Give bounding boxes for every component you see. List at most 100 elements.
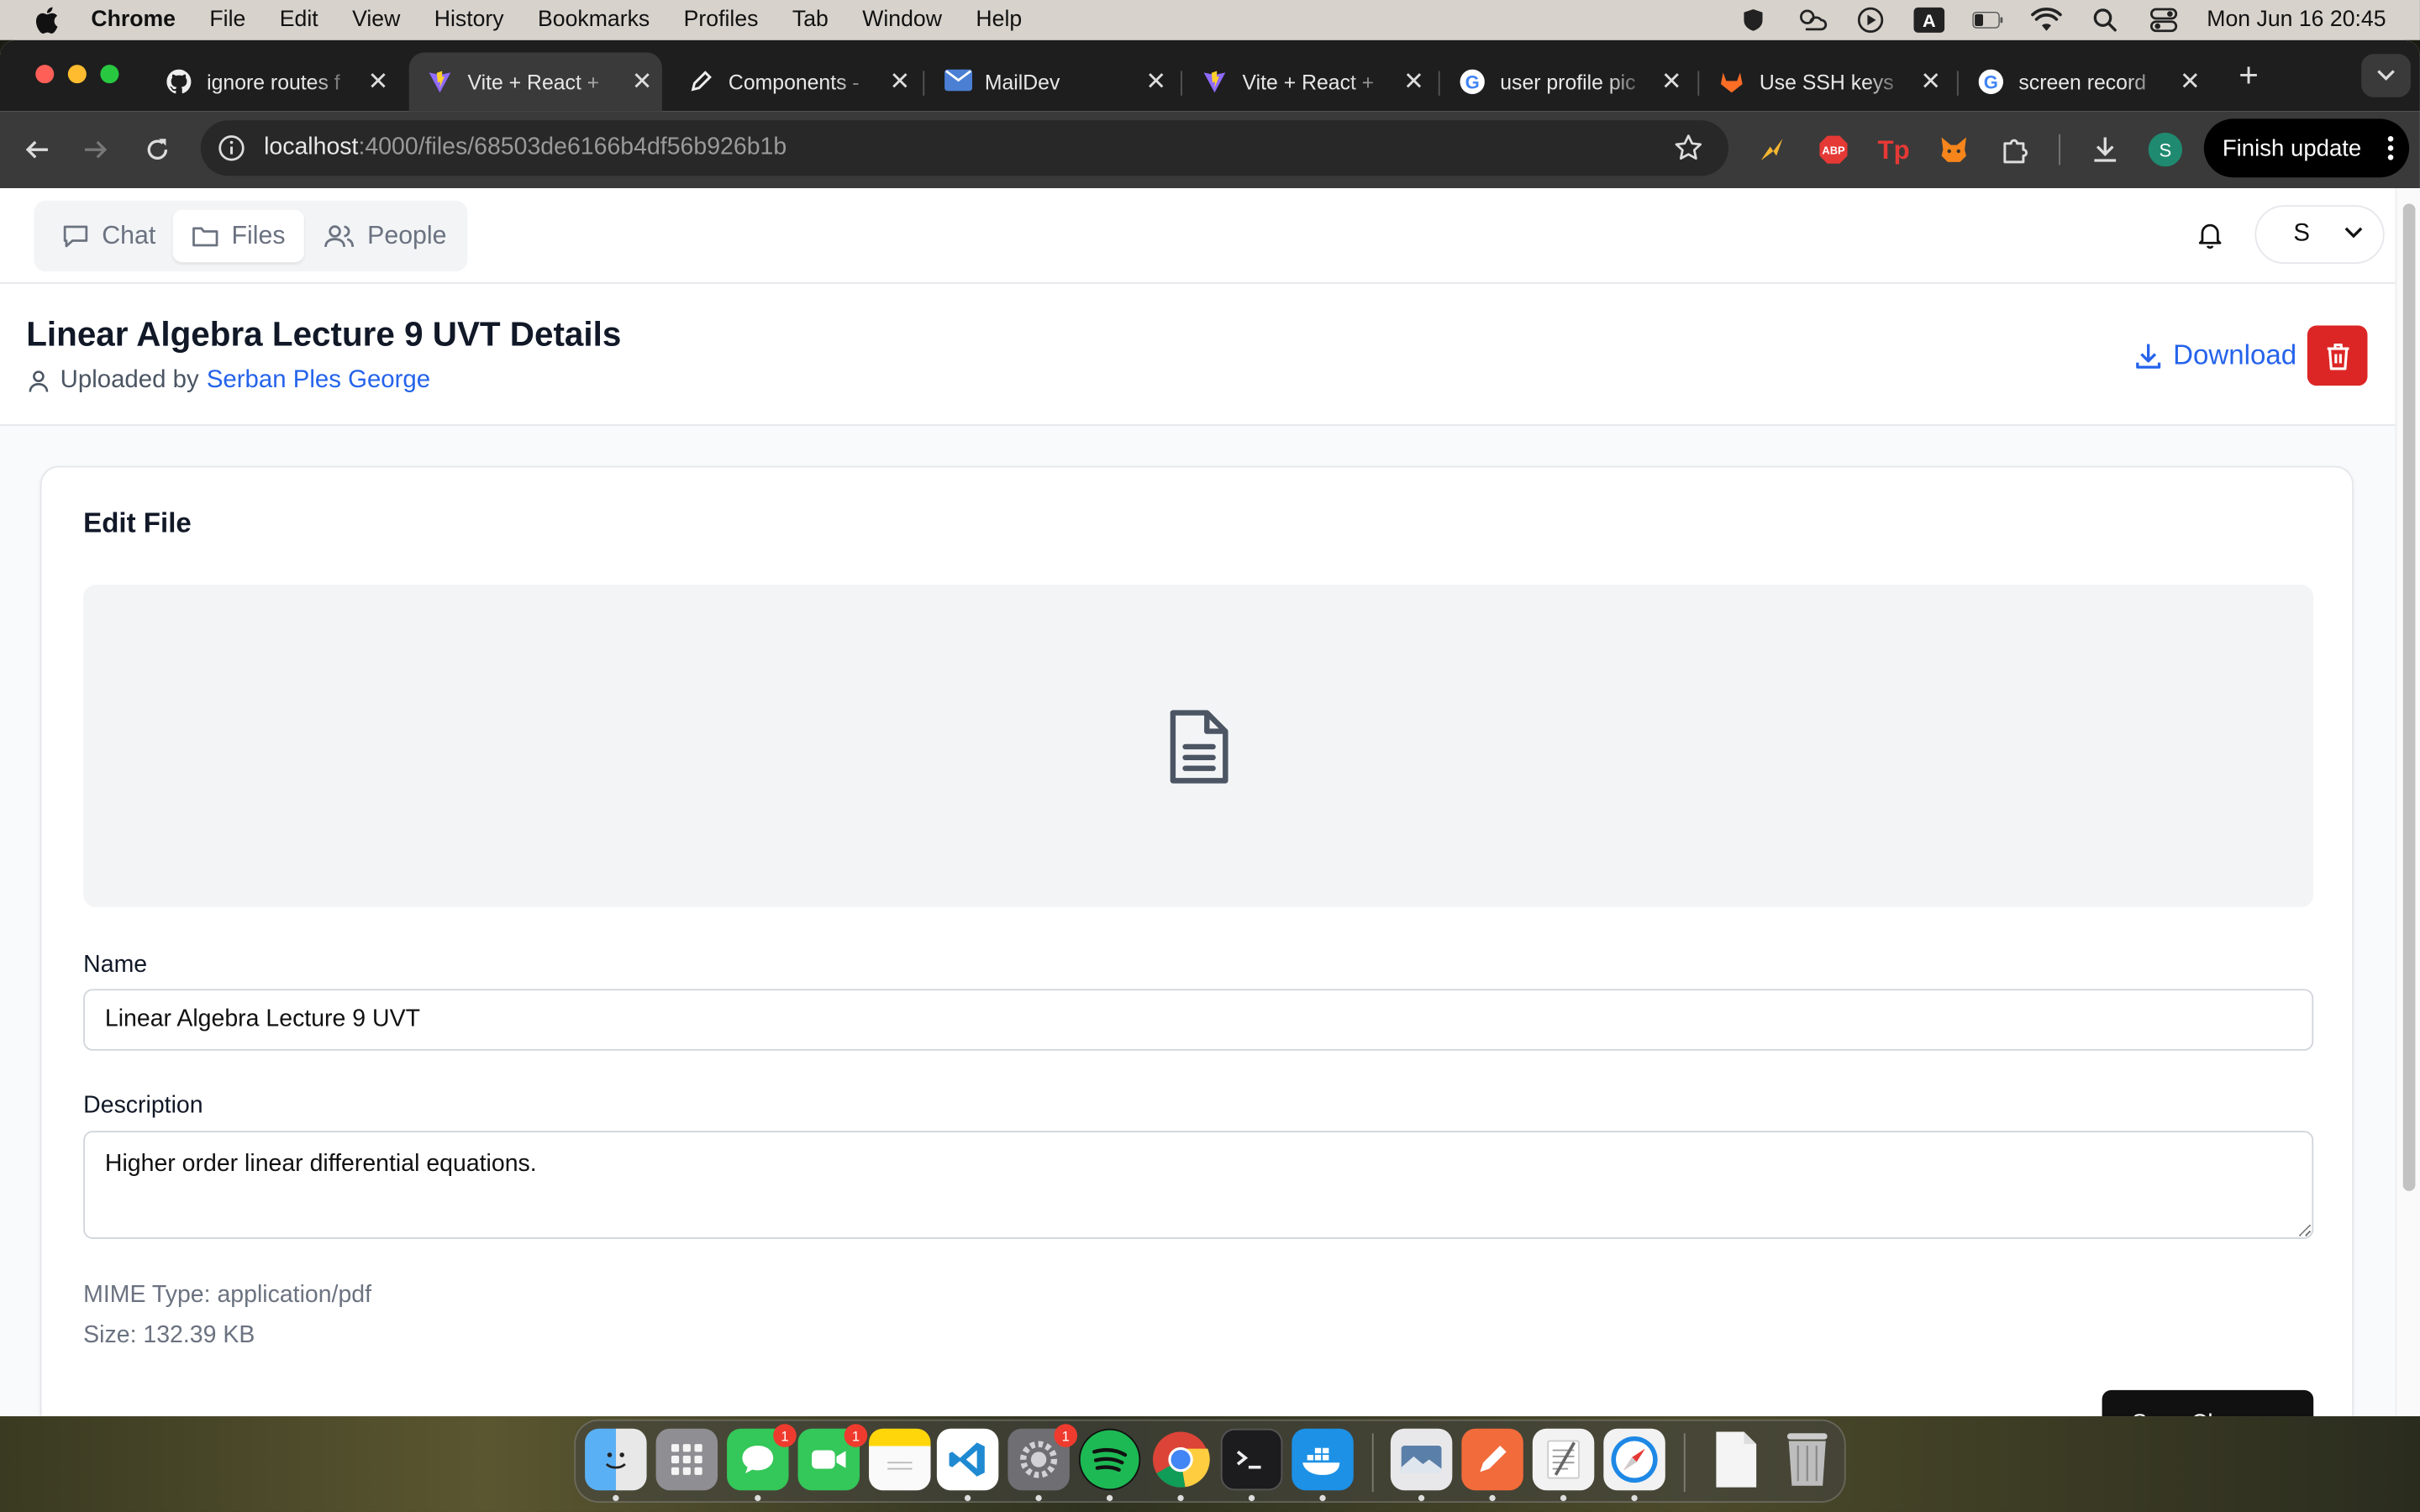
terminal-app-icon[interactable] [1220,1428,1283,1491]
file-header: Linear Algebra Lecture 9 UVT Details Upl… [0,283,2396,426]
chrome-app-icon[interactable] [1150,1429,1211,1490]
page-title: Linear Algebra Lecture 9 UVT Details [26,314,622,354]
browser-tab[interactable]: Use SSH keys ✕ [1701,52,1951,111]
menu-file[interactable]: File [209,8,245,32]
uploaded-by-label: Uploaded by [60,367,199,394]
close-tab-icon[interactable]: ✕ [358,66,398,97]
back-button[interactable] [18,131,55,168]
play-circle-icon[interactable] [1855,6,1886,34]
nav-chat[interactable]: Chat [50,210,168,262]
save-changes-button[interactable]: Save Changes [2102,1389,2314,1417]
wifi-icon[interactable] [2030,6,2062,34]
menu-help[interactable]: Help [976,8,1022,32]
textedit-app-icon[interactable] [1532,1428,1595,1491]
menu-view[interactable]: View [352,8,400,32]
user-menu-button[interactable]: S [2254,205,2385,265]
close-tab-icon[interactable]: ✕ [622,66,662,97]
profile-avatar[interactable]: S [2147,131,2184,168]
preview-app-icon[interactable] [1390,1428,1453,1491]
zoom-window-button[interactable] [100,65,119,84]
browser-tab[interactable]: Components - ✕ [670,52,920,111]
shield-status-icon[interactable] [1738,6,1769,34]
finder-app-icon[interactable] [585,1428,647,1491]
menu-bookmarks[interactable]: Bookmarks [538,8,650,32]
file-preview [83,585,2314,907]
messages-app-icon[interactable]: 1 [727,1424,797,1491]
new-tab-button[interactable]: + [2228,55,2269,96]
battery-icon[interactable] [1972,6,2003,34]
launchpad-app-icon[interactable] [655,1428,718,1491]
menu-tab[interactable]: Tab [792,8,829,32]
browser-tab[interactable]: G user profile pic ✕ [1441,52,1691,111]
name-input[interactable] [83,989,2314,1051]
docker-app-icon[interactable] [1292,1428,1354,1491]
close-tab-icon[interactable]: ✕ [2170,66,2210,97]
nav-people[interactable]: People [312,210,459,262]
weather-icon[interactable] [1797,6,1828,34]
site-info-icon[interactable] [216,133,247,164]
close-tab-icon[interactable]: ✕ [1394,66,1434,97]
browser-window: ignore routes f ✕ Vite + React + ✕ Compo… [0,39,2420,1417]
browser-tab[interactable]: G screen record ✕ [1960,52,2211,111]
finish-update-button[interactable]: Finish update [2203,118,2410,178]
reload-button[interactable] [139,131,176,168]
metamask-fox-icon[interactable] [1935,131,1972,168]
facetime-app-icon[interactable]: 1 [797,1424,868,1491]
delete-button[interactable] [2307,325,2368,386]
close-tab-icon[interactable]: ✕ [1136,66,1176,97]
uploader-link[interactable]: Serban Ples George [207,367,430,395]
adblock-icon[interactable]: ABP [1815,131,1852,168]
download-button[interactable]: Download [2133,339,2296,372]
extensions-puzzle-icon[interactable] [1997,131,2034,168]
menu-app-name[interactable]: Chrome [91,8,176,32]
scrollbar-thumb[interactable] [2402,203,2416,1191]
page-scrollbar[interactable] [2395,188,2420,1417]
downloads-icon[interactable] [2086,131,2123,168]
bookmark-star-icon[interactable] [1673,133,1704,164]
pencil-app-icon[interactable] [1461,1428,1523,1491]
tab-search-button[interactable] [2361,54,2411,97]
extension-lightning-icon[interactable] [1753,131,1790,168]
spotlight-search-icon[interactable] [2090,6,2121,34]
vscode-app-icon[interactable] [936,1428,999,1491]
running-indicator [1106,1494,1113,1502]
browser-tab[interactable]: MailDev ✕ [926,52,1176,111]
name-label: Name [83,952,148,979]
mail-icon [944,69,973,94]
minimize-window-button[interactable] [67,65,87,84]
address-bar[interactable]: localhost:4000/files/68503de6166b4df56b9… [200,120,1729,176]
input-source-icon[interactable]: A [1913,6,1945,34]
browser-tab[interactable]: ignore routes f ✕ [148,52,398,111]
close-tab-icon[interactable]: ✕ [1911,66,1951,97]
browser-tab-active[interactable]: Vite + React + ✕ [408,52,662,112]
menu-history[interactable]: History [434,8,504,32]
menu-window[interactable]: Window [862,8,942,32]
browser-tab[interactable]: Vite + React + ✕ [1184,52,1434,111]
trash-app-icon[interactable] [1776,1429,1838,1490]
macos-menu-bar: Chrome File Edit View History Bookmarks … [0,0,2420,40]
svg-text:ABP: ABP [1822,144,1845,157]
safari-app-icon[interactable] [1603,1428,1665,1491]
close-tab-icon[interactable]: ✕ [880,66,920,97]
nav-chat-label: Chat [102,221,156,249]
menubar-clock[interactable]: Mon Jun 16 20:45 [2207,8,2386,32]
nav-files[interactable]: Files [172,209,304,263]
notes-app-icon[interactable] [869,1428,931,1491]
forward-button[interactable] [77,131,114,168]
control-center-icon[interactable] [2149,6,2180,34]
notifications-bell-icon[interactable] [2195,219,2226,250]
document-app-icon[interactable] [1706,1429,1767,1490]
close-tab-icon[interactable]: ✕ [1651,66,1691,97]
menu-profiles[interactable]: Profiles [684,8,759,32]
apple-icon[interactable] [34,6,58,34]
system-settings-app-icon[interactable]: 1 [1007,1424,1078,1491]
url-path: :4000/files/68503de6166b4df56b926b1b [358,134,787,161]
close-window-button[interactable] [35,65,55,84]
spotify-app-icon[interactable] [1078,1428,1141,1491]
running-indicator [1631,1494,1638,1502]
menu-edit[interactable]: Edit [280,8,318,32]
description-textarea[interactable]: Higher order linear differential equatio… [83,1131,2314,1239]
tab-title: Vite + React + [467,70,600,94]
extension-tp-icon[interactable]: Tp [1876,131,1912,168]
tab-separator [923,71,925,96]
